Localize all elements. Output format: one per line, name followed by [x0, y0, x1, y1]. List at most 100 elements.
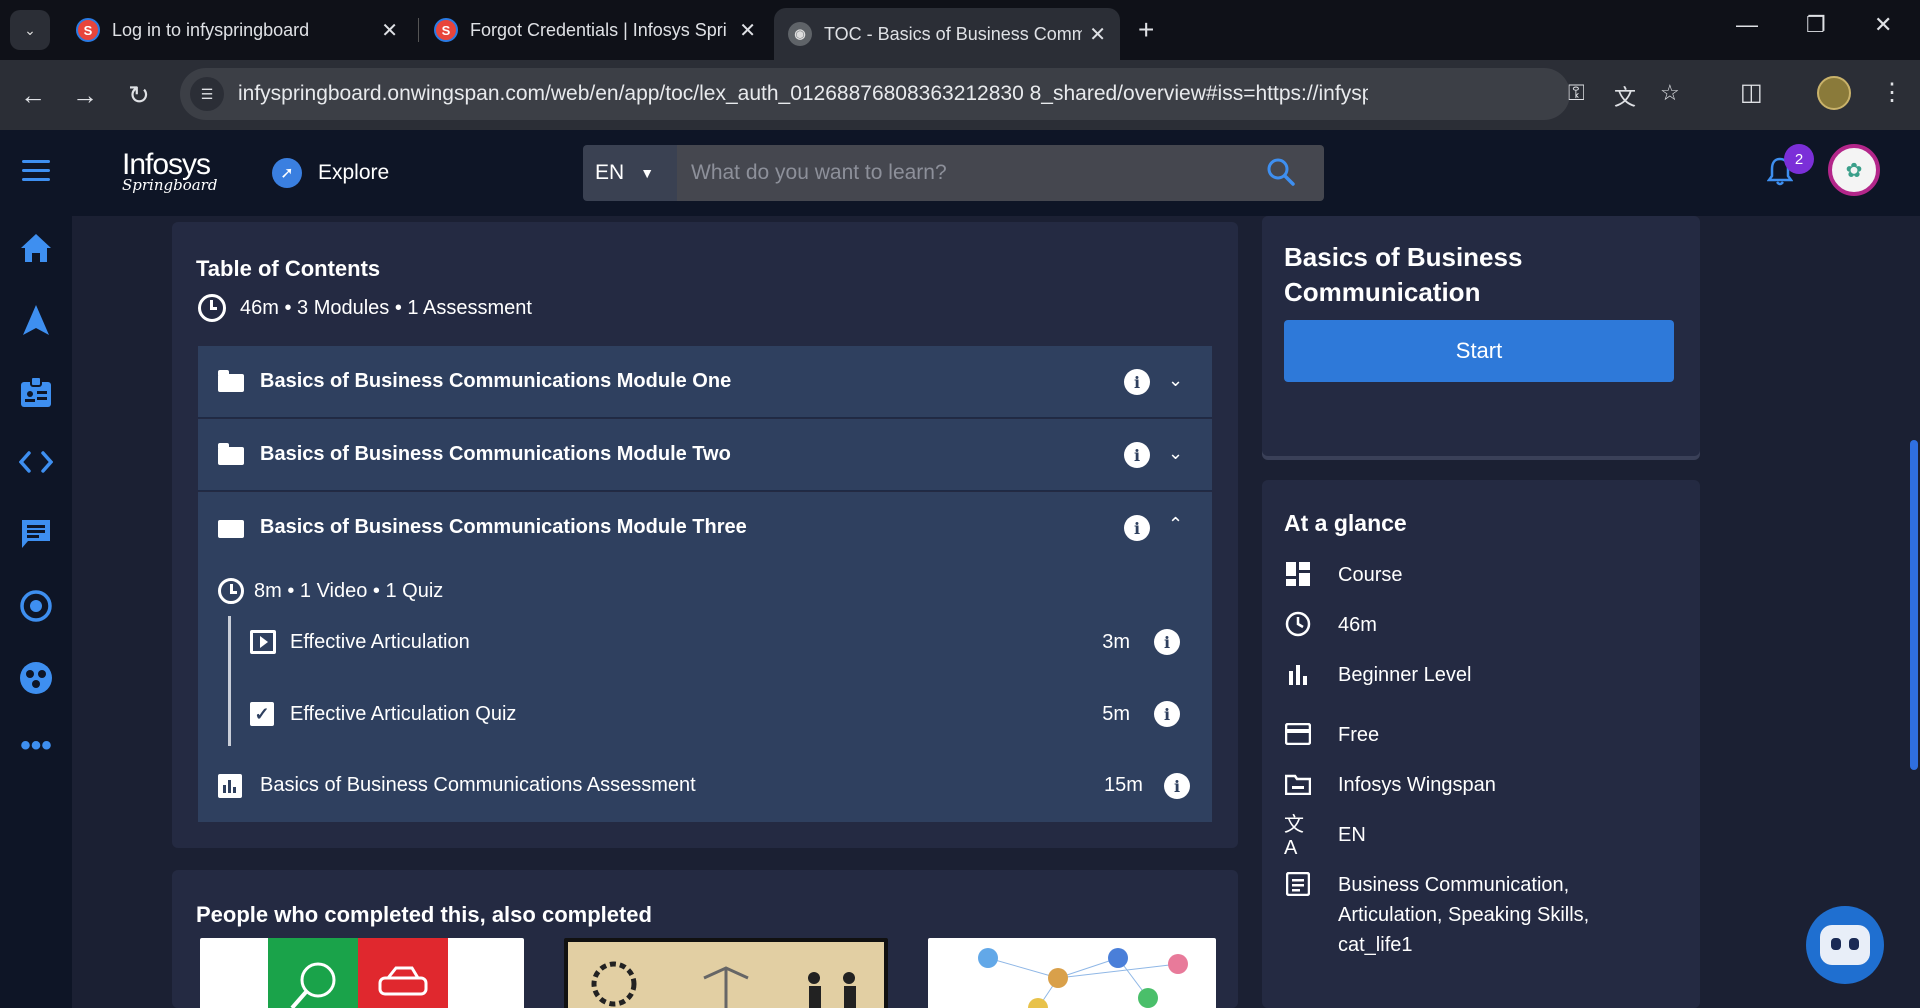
extensions-icon[interactable]: ◫	[1740, 78, 1763, 107]
translate-icon: 文A	[1284, 814, 1304, 859]
user-avatar[interactable]: ✿	[1828, 144, 1880, 196]
course-thumbnail[interactable]	[928, 938, 1216, 1008]
tab-search-button[interactable]: ⌄	[10, 10, 50, 50]
item-title: Effective Articulation	[290, 630, 470, 653]
module-three-header[interactable]: Basics of Business Communications Module…	[198, 492, 1212, 564]
page-scrollbar[interactable]	[1910, 440, 1918, 770]
back-button[interactable]: ←	[20, 80, 46, 111]
assessment-title: Basics of Business Communications Assess…	[260, 774, 696, 796]
robot-icon	[1820, 925, 1870, 965]
close-icon[interactable]: ✕	[739, 18, 756, 43]
url-text[interactable]: infyspringboard.onwingspan.com/web/en/ap…	[238, 82, 1368, 106]
more-icon[interactable]: •••	[18, 728, 54, 764]
info-icon[interactable]: i	[1124, 369, 1150, 395]
key-icon[interactable]: ⚿	[1568, 80, 1585, 106]
module-row-two[interactable]: Basics of Business Communications Module…	[198, 419, 1212, 491]
browser-tab[interactable]: S Forgot Credentials | Infosys Springboa…	[420, 8, 770, 52]
info-icon[interactable]: i	[1154, 629, 1180, 655]
course-start-card: Basics of Business Communication Start	[1262, 216, 1700, 456]
clock-icon	[218, 578, 244, 604]
item-duration: 5m	[1102, 702, 1130, 725]
module-summary-text: 8m • 1 Video • 1 Quiz	[254, 579, 444, 602]
toc-summary-text: 46m • 3 Modules • 1 Assessment	[240, 296, 532, 319]
bookmark-star-icon[interactable]: ☆	[1660, 80, 1680, 106]
logo-line2: Springboard	[122, 176, 218, 194]
assessment-row[interactable]: Basics of Business Communications Assess…	[198, 750, 1212, 822]
start-button[interactable]: Start	[1284, 320, 1674, 382]
chevron-down-icon[interactable]: ⌄	[1168, 370, 1183, 391]
home-icon[interactable]	[18, 230, 54, 266]
info-icon[interactable]: i	[1124, 442, 1150, 468]
chatbot-button[interactable]	[1806, 906, 1884, 984]
info-icon[interactable]: i	[1164, 773, 1190, 799]
video-icon	[250, 630, 276, 654]
search-input[interactable]	[691, 161, 1251, 185]
course-thumbnail[interactable]	[564, 938, 888, 1008]
at-a-glance-card: At a glance Course 46m Beginner Level Fr…	[1262, 480, 1700, 1008]
close-icon[interactable]: ✕	[381, 18, 398, 43]
chevron-down-icon[interactable]: ⌄	[1168, 443, 1183, 464]
glance-title: At a glance	[1284, 510, 1407, 536]
badge-id-icon[interactable]	[18, 374, 54, 410]
springboard-favicon-icon: S	[76, 18, 100, 42]
navigation-arrow-icon[interactable]	[18, 302, 54, 338]
course-title: Basics of Business Communication	[1284, 242, 1523, 308]
glance-value: Infosys Wingspan	[1338, 774, 1496, 796]
assessment-icon	[218, 774, 242, 798]
restore-button[interactable]: ❐	[1806, 12, 1826, 38]
left-nav-rail: •••	[0, 216, 72, 1008]
language-select[interactable]: EN ▼	[583, 145, 677, 201]
tab-title: TOC - Basics of Business Communication	[824, 23, 1082, 44]
tags-icon	[1284, 870, 1312, 898]
toc-title: Table of Contents	[196, 256, 381, 281]
forward-button[interactable]: →	[72, 80, 98, 111]
browser-tab-active[interactable]: ◉ TOC - Basics of Business Communication…	[774, 8, 1120, 60]
translate-page-icon[interactable]: 文	[1614, 80, 1636, 112]
reload-button[interactable]: ↻	[128, 80, 150, 111]
chevron-up-icon[interactable]: ⌃	[1168, 514, 1183, 535]
target-icon[interactable]	[18, 588, 54, 624]
new-tab-button[interactable]: +	[1138, 14, 1154, 46]
site-info-icon[interactable]: ☰	[190, 77, 224, 111]
address-bar[interactable]: ☰ infyspringboard.onwingspan.com/web/en/…	[180, 68, 1680, 120]
glance-value: 46m	[1338, 614, 1377, 636]
glance-value: Free	[1338, 724, 1380, 746]
hamburger-menu-icon[interactable]	[22, 160, 50, 187]
glance-row-tags: Business Communication, Articulation, Sp…	[1284, 870, 1638, 960]
content-item-quiz[interactable]: ✓ Effective Articulation Quiz 5m i	[250, 694, 1190, 734]
module-row-one[interactable]: Basics of Business Communications Module…	[198, 346, 1212, 418]
module-item-line	[228, 616, 231, 746]
level-bars-icon	[1284, 660, 1312, 688]
close-window-button[interactable]: ✕	[1874, 12, 1892, 38]
browser-profile-avatar[interactable]	[1817, 76, 1851, 110]
browser-menu-icon[interactable]: ⋮	[1880, 78, 1904, 107]
content-item-video[interactable]: Effective Articulation 3m i	[250, 622, 1190, 662]
explore-label: Explore	[318, 161, 390, 184]
community-icon[interactable]	[18, 660, 54, 696]
search-icon[interactable]	[1266, 157, 1296, 187]
notification-badge: 2	[1784, 144, 1814, 174]
springboard-favicon-icon: S	[434, 18, 458, 42]
course-thumbnail[interactable]	[200, 938, 524, 1008]
glance-row-level: Beginner Level	[1284, 660, 1638, 690]
quiz-check-icon: ✓	[250, 702, 274, 726]
clock-icon	[1284, 610, 1312, 638]
glance-value: Beginner Level	[1338, 664, 1472, 686]
info-icon[interactable]: i	[1124, 515, 1150, 541]
info-icon[interactable]: i	[1154, 701, 1180, 727]
browser-tab[interactable]: S Log in to infyspringboard ✕	[62, 8, 412, 52]
browser-toolbar: ← → ↻ ☰ infyspringboard.onwingspan.com/w…	[0, 60, 1920, 130]
code-icon[interactable]	[18, 444, 54, 480]
assessment-duration: 15m	[1104, 774, 1143, 796]
infosys-springboard-logo[interactable]: Infosys Springboard	[122, 150, 218, 194]
module-title: Basics of Business Communications Module…	[260, 443, 731, 465]
toc-card: Table of Contents 46m • 3 Modules • 1 As…	[172, 222, 1238, 848]
folder-icon	[218, 370, 244, 392]
app-header: Infosys Springboard ➚ Explore EN ▼ 2 ✿	[0, 130, 1920, 216]
chat-icon[interactable]	[18, 516, 54, 552]
glance-row-price: Free	[1284, 720, 1638, 750]
item-title: Effective Articulation Quiz	[290, 702, 517, 725]
close-icon[interactable]: ✕	[1089, 22, 1106, 47]
minimize-button[interactable]: —	[1736, 12, 1758, 38]
explore-link[interactable]: ➚ Explore	[272, 158, 389, 188]
